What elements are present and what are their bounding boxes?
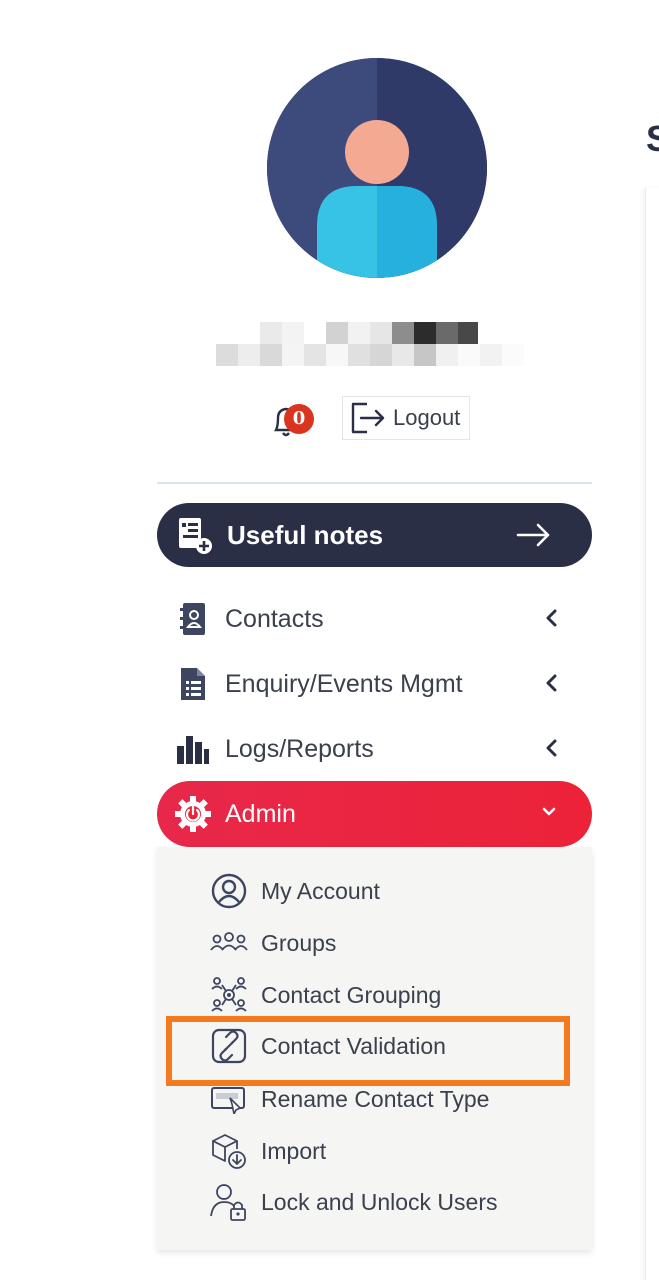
notifications-button[interactable]: 0 (270, 402, 316, 442)
submenu-item-label: Lock and Unlock Users (261, 1188, 498, 1215)
arrow-right-icon (516, 523, 550, 547)
useful-notes-button[interactable]: Useful notes (157, 503, 592, 567)
chevron-left-icon (546, 739, 557, 757)
submenu-item-label: Import (261, 1137, 327, 1164)
chevron-down-icon (542, 807, 556, 816)
user-actions: 0 Logout (270, 396, 480, 442)
page-title: S (646, 118, 659, 159)
notes-icon (179, 518, 212, 554)
document-list-icon (175, 666, 211, 702)
chevron-left-icon (546, 609, 557, 627)
sidebar-item-label: Contacts (225, 604, 324, 633)
user-avatar-icon (267, 58, 487, 278)
contacts-book-icon (175, 601, 211, 637)
sidebar-item-label: Admin (225, 799, 296, 828)
logout-button[interactable]: Logout (342, 396, 470, 440)
highlight-box (166, 1016, 570, 1086)
bar-chart-icon (175, 731, 211, 767)
contact-grouping-icon (209, 975, 249, 1015)
useful-notes-label: Useful notes (227, 519, 384, 550)
submenu-item-import[interactable]: Import (209, 1129, 326, 1173)
submenu-item-label: Groups (261, 929, 337, 956)
submenu-item-label: Contact Grouping (261, 981, 442, 1008)
sidebar-item-contacts[interactable]: Contacts (157, 589, 592, 649)
main-content-panel (645, 188, 659, 1280)
sidebar-item-logs-reports[interactable]: Logs/Reports (157, 719, 592, 779)
gear-power-icon (175, 796, 211, 832)
submenu-item-label: My Account (261, 877, 380, 904)
import-box-icon (209, 1131, 249, 1171)
submenu-item-my-account[interactable]: My Account (209, 869, 380, 913)
user-lock-icon (209, 1182, 249, 1222)
user-circle-icon (209, 871, 249, 911)
sidebar-item-label: Enquiry/Events Mgmt (225, 669, 463, 698)
submenu-item-lock-unlock-users[interactable]: Lock and Unlock Users (209, 1180, 498, 1224)
sidebar-item-enquiry-events[interactable]: Enquiry/Events Mgmt (157, 654, 592, 714)
groups-icon (209, 923, 249, 963)
logout-icon (351, 402, 385, 434)
notification-count-badge: 0 (284, 404, 314, 434)
submenu-item-contact-grouping[interactable]: Contact Grouping (209, 973, 441, 1017)
sidebar-item-label: Logs/Reports (225, 734, 374, 763)
logout-label: Logout (393, 405, 461, 430)
submenu-item-groups[interactable]: Groups (209, 921, 336, 965)
submenu-item-label: Rename Contact Type (261, 1085, 490, 1112)
sidebar-item-admin[interactable]: Admin (157, 781, 592, 847)
user-name-redacted-row (216, 344, 546, 366)
user-name-redacted (216, 322, 546, 344)
sidebar-divider (157, 482, 592, 484)
chevron-left-icon (546, 674, 557, 692)
